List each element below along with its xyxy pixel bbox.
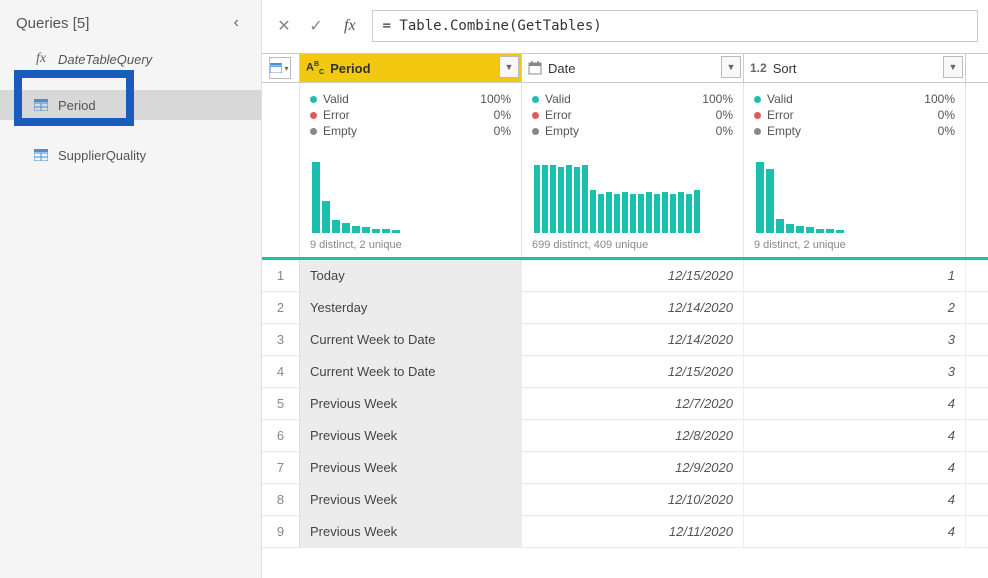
data-grid: ▾ ABC Period ▼ Date ▼ xyxy=(262,53,988,578)
row-number: 9 xyxy=(262,516,300,547)
cell-sort[interactable]: 4 xyxy=(744,420,966,451)
table-row[interactable]: 5 Previous Week 12/7/2020 4 xyxy=(262,388,988,420)
table-row[interactable]: 4 Current Week to Date 12/15/2020 3 xyxy=(262,356,988,388)
cell-period[interactable]: Current Week to Date xyxy=(300,356,522,387)
cell-date[interactable]: 12/14/2020 xyxy=(522,324,744,355)
cell-period[interactable]: Previous Week xyxy=(300,452,522,483)
table-icon xyxy=(32,96,50,114)
column-filter-button[interactable]: ▼ xyxy=(499,56,519,78)
cell-sort[interactable]: 1 xyxy=(744,260,966,291)
main-content: ✕ ✓ fx ▾ ABC Period ▼ xyxy=(262,0,988,578)
query-label: SupplierQuality xyxy=(58,148,146,163)
cell-date[interactable]: 12/15/2020 xyxy=(522,356,744,387)
row-number: 7 xyxy=(262,452,300,483)
column-profile-period: Valid100% Error0% Empty0% 9 distinct, 2 … xyxy=(300,83,522,257)
table-row[interactable]: 7 Previous Week 12/9/2020 4 xyxy=(262,452,988,484)
row-number: 2 xyxy=(262,292,300,323)
column-profile-sort: Valid100% Error0% Empty0% 9 distinct, 2 … xyxy=(744,83,966,257)
row-number: 5 xyxy=(262,388,300,419)
column-header-period[interactable]: ABC Period ▼ xyxy=(300,54,522,82)
fx-icon: fx xyxy=(336,17,364,35)
cell-sort[interactable]: 4 xyxy=(744,484,966,515)
query-item-supplierquality[interactable]: SupplierQuality xyxy=(0,140,261,170)
cell-date[interactable]: 12/9/2020 xyxy=(522,452,744,483)
column-filter-button[interactable]: ▼ xyxy=(721,56,741,78)
table-row[interactable]: 6 Previous Week 12/8/2020 4 xyxy=(262,420,988,452)
cell-period[interactable]: Current Week to Date xyxy=(300,324,522,355)
cell-period[interactable]: Previous Week xyxy=(300,388,522,419)
query-item-datetablequery[interactable]: fx DateTableQuery xyxy=(0,44,261,74)
column-headers-row: ▾ ABC Period ▼ Date ▼ xyxy=(262,53,988,83)
date-type-icon xyxy=(528,61,542,75)
table-row[interactable]: 9 Previous Week 12/11/2020 4 xyxy=(262,516,988,548)
cell-sort[interactable]: 3 xyxy=(744,356,966,387)
cell-date[interactable]: 12/10/2020 xyxy=(522,484,744,515)
column-name: Sort xyxy=(773,61,959,76)
query-item-hidden[interactable] xyxy=(0,120,261,140)
cell-date[interactable]: 12/11/2020 xyxy=(522,516,744,547)
formula-input[interactable] xyxy=(372,10,978,42)
query-label: Period xyxy=(58,98,96,113)
text-type-icon: ABC xyxy=(306,61,324,76)
cell-date[interactable]: 12/8/2020 xyxy=(522,420,744,451)
data-rows[interactable]: 1 Today 12/15/2020 1 2 Yesterday 12/14/2… xyxy=(262,260,988,578)
cell-sort[interactable]: 2 xyxy=(744,292,966,323)
cell-sort[interactable]: 4 xyxy=(744,452,966,483)
table-row[interactable]: 2 Yesterday 12/14/2020 2 xyxy=(262,292,988,324)
column-filter-button[interactable]: ▼ xyxy=(943,56,963,78)
column-header-sort[interactable]: 1.2 Sort ▼ xyxy=(744,54,966,82)
cancel-formula-button[interactable]: ✕ xyxy=(272,14,296,38)
column-name: Date xyxy=(548,61,737,76)
query-label: DateTableQuery xyxy=(58,52,152,67)
column-profile-row: Valid100% Error0% Empty0% 9 distinct, 2 … xyxy=(262,83,988,260)
table-icon xyxy=(32,146,50,164)
cell-date[interactable]: 12/14/2020 xyxy=(522,292,744,323)
cell-period[interactable]: Yesterday xyxy=(300,292,522,323)
cell-sort[interactable]: 4 xyxy=(744,516,966,547)
row-number: 1 xyxy=(262,260,300,291)
cell-sort[interactable]: 4 xyxy=(744,388,966,419)
table-row[interactable]: 3 Current Week to Date 12/14/2020 3 xyxy=(262,324,988,356)
column-header-date[interactable]: Date ▼ xyxy=(522,54,744,82)
row-number: 4 xyxy=(262,356,300,387)
queries-title: Queries [5] xyxy=(16,15,89,32)
column-name: Period xyxy=(330,61,515,76)
column-profile-date: Valid100% Error0% Empty0% 699 distinct, … xyxy=(522,83,744,257)
cell-date[interactable]: 12/7/2020 xyxy=(522,388,744,419)
row-number: 6 xyxy=(262,420,300,451)
table-options-button[interactable]: ▾ xyxy=(262,54,300,82)
collapse-sidebar-button[interactable]: ‹ xyxy=(228,12,245,34)
cell-date[interactable]: 12/15/2020 xyxy=(522,260,744,291)
cell-period[interactable]: Previous Week xyxy=(300,484,522,515)
row-number: 3 xyxy=(262,324,300,355)
number-type-icon: 1.2 xyxy=(750,61,767,75)
query-item-period[interactable]: Period xyxy=(0,90,261,120)
queries-sidebar: Queries [5] ‹ fx DateTableQuery Period xyxy=(0,0,262,578)
table-row[interactable]: 8 Previous Week 12/10/2020 4 xyxy=(262,484,988,516)
row-number: 8 xyxy=(262,484,300,515)
cell-period[interactable]: Previous Week xyxy=(300,516,522,547)
fx-icon: fx xyxy=(32,50,50,68)
cell-period[interactable]: Previous Week xyxy=(300,420,522,451)
cell-period[interactable]: Today xyxy=(300,260,522,291)
formula-bar: ✕ ✓ fx xyxy=(262,4,988,53)
accept-formula-button[interactable]: ✓ xyxy=(304,14,328,38)
cell-sort[interactable]: 3 xyxy=(744,324,966,355)
table-row[interactable]: 1 Today 12/15/2020 1 xyxy=(262,260,988,292)
